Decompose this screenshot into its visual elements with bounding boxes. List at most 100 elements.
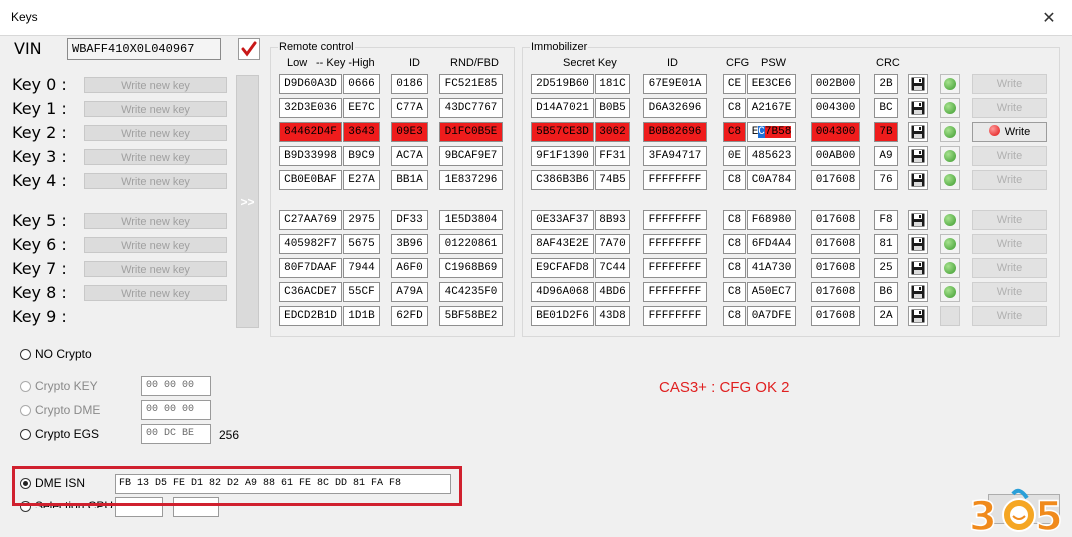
- immo-secret-key-cell[interactable]: D14A7021: [531, 98, 594, 118]
- rc-high-cell[interactable]: EE7C: [343, 98, 380, 118]
- immo-crc-cell[interactable]: 7B: [874, 122, 898, 142]
- write-button[interactable]: Write: [972, 210, 1047, 230]
- rc-id-cell[interactable]: DF33: [391, 210, 428, 230]
- immo-cfg-cell[interactable]: CE: [723, 74, 746, 94]
- rc-low-cell[interactable]: EDCD2B1D: [279, 306, 342, 326]
- close-button[interactable]: ✕: [1026, 0, 1072, 35]
- status-ok-button[interactable]: [940, 146, 960, 166]
- immo-id-cell[interactable]: FFFFFFFF: [643, 258, 707, 278]
- crypto-egs-field[interactable]: 00 DC BE: [141, 424, 211, 444]
- immo-id-cell[interactable]: FFFFFFFF: [643, 282, 707, 302]
- immo-id-cell[interactable]: 3FA94717: [643, 146, 707, 166]
- immo-value-cell[interactable]: 017608: [811, 234, 860, 254]
- rc-low-cell[interactable]: D9D60A3D: [279, 74, 342, 94]
- rc-low-cell[interactable]: 405982F7: [279, 234, 342, 254]
- rc-low-cell[interactable]: CB0E0BAF: [279, 170, 342, 190]
- immo-secret-key-short-cell[interactable]: 7C44: [595, 258, 630, 278]
- immo-id-cell[interactable]: D6A32696: [643, 98, 707, 118]
- immo-secret-key-cell[interactable]: 0E33AF37: [531, 210, 594, 230]
- immo-secret-key-short-cell[interactable]: 74B5: [595, 170, 630, 190]
- write-new-key-button[interactable]: Write new key: [84, 237, 227, 253]
- immo-crc-cell[interactable]: 2B: [874, 74, 898, 94]
- immo-crc-cell[interactable]: 2A: [874, 306, 898, 326]
- write-button[interactable]: Write: [972, 98, 1047, 118]
- status-ok-button[interactable]: [940, 234, 960, 254]
- save-key-button[interactable]: [908, 306, 928, 326]
- rc-high-cell[interactable]: 7944: [343, 258, 380, 278]
- immo-secret-key-short-cell[interactable]: 4BD6: [595, 282, 630, 302]
- immo-psw-cell[interactable]: EE3CE6: [747, 74, 796, 94]
- save-key-button[interactable]: [908, 282, 928, 302]
- immo-cfg-cell[interactable]: C8: [723, 282, 746, 302]
- rc-low-cell[interactable]: 80F7DAAF: [279, 258, 342, 278]
- rc-low-cell[interactable]: B9D33998: [279, 146, 342, 166]
- immo-id-cell[interactable]: FFFFFFFF: [643, 234, 707, 254]
- write-button[interactable]: Write: [972, 122, 1047, 142]
- immo-value-cell[interactable]: 017608: [811, 258, 860, 278]
- rc-rnd-cell[interactable]: 1E5D3804: [439, 210, 503, 230]
- immo-psw-cell[interactable]: A50EC7: [747, 282, 796, 302]
- status-ok-button[interactable]: [940, 170, 960, 190]
- write-new-key-button[interactable]: Write new key: [84, 125, 227, 141]
- save-key-button[interactable]: [908, 258, 928, 278]
- immo-secret-key-short-cell[interactable]: 8B93: [595, 210, 630, 230]
- immo-crc-cell[interactable]: A9: [874, 146, 898, 166]
- write-new-key-button[interactable]: Write new key: [84, 285, 227, 301]
- write-button[interactable]: Write: [972, 306, 1047, 326]
- write-new-key-button[interactable]: Write new key: [84, 77, 227, 93]
- save-key-button[interactable]: [908, 74, 928, 94]
- immo-psw-cell[interactable]: 41A730: [747, 258, 796, 278]
- rc-low-cell[interactable]: 32D3E036: [279, 98, 342, 118]
- immo-secret-key-short-cell[interactable]: 3062: [595, 122, 630, 142]
- immo-secret-key-cell[interactable]: 5B57CE3D: [531, 122, 594, 142]
- rc-low-cell[interactable]: 84462D4F: [279, 122, 342, 142]
- immo-cfg-cell[interactable]: C8: [723, 98, 746, 118]
- crypto-key-field[interactable]: 00 00 00: [141, 376, 211, 396]
- write-new-key-button[interactable]: Write new key: [84, 261, 227, 277]
- immo-cfg-cell[interactable]: C8: [723, 234, 746, 254]
- immo-cfg-cell[interactable]: 0E: [723, 146, 746, 166]
- immo-crc-cell[interactable]: BC: [874, 98, 898, 118]
- status-ok-button[interactable]: [940, 122, 960, 142]
- rc-rnd-cell[interactable]: 9BCAF9E7: [439, 146, 503, 166]
- immo-crc-cell[interactable]: 76: [874, 170, 898, 190]
- rc-id-cell[interactable]: 0186: [391, 74, 428, 94]
- immo-cfg-cell[interactable]: C8: [723, 258, 746, 278]
- immo-secret-key-cell[interactable]: E9CFAFD8: [531, 258, 594, 278]
- no-crypto-radio[interactable]: [20, 349, 31, 360]
- rc-rnd-cell[interactable]: 5BF58BE2: [439, 306, 503, 326]
- immo-crc-cell[interactable]: B6: [874, 282, 898, 302]
- rc-high-cell[interactable]: 5675: [343, 234, 380, 254]
- crypto-key-radio[interactable]: [20, 381, 31, 392]
- rc-id-cell[interactable]: BB1A: [391, 170, 428, 190]
- rc-high-cell[interactable]: 3643: [343, 122, 380, 142]
- rc-low-cell[interactable]: C27AA769: [279, 210, 342, 230]
- write-button[interactable]: Write: [972, 282, 1047, 302]
- immo-crc-cell[interactable]: 81: [874, 234, 898, 254]
- write-new-key-button[interactable]: Write new key: [84, 101, 227, 117]
- rc-id-cell[interactable]: 62FD: [391, 306, 428, 326]
- write-button[interactable]: Write: [972, 234, 1047, 254]
- immo-psw-cell[interactable]: A2167E: [747, 98, 796, 118]
- immo-crc-cell[interactable]: 25: [874, 258, 898, 278]
- rc-id-cell[interactable]: A6F0: [391, 258, 428, 278]
- rc-high-cell[interactable]: B9C9: [343, 146, 380, 166]
- immo-id-cell[interactable]: B0B82696: [643, 122, 707, 142]
- immo-cfg-cell[interactable]: C8: [723, 306, 746, 326]
- rc-high-cell[interactable]: E27A: [343, 170, 380, 190]
- immo-value-cell[interactable]: 00AB00: [811, 146, 860, 166]
- immo-psw-cell[interactable]: 0A7DFE: [747, 306, 796, 326]
- save-key-button[interactable]: [908, 146, 928, 166]
- crypto-dme-field[interactable]: 00 00 00: [141, 400, 211, 420]
- rc-id-cell[interactable]: AC7A: [391, 146, 428, 166]
- immo-secret-key-short-cell[interactable]: 43D8: [595, 306, 630, 326]
- rc-id-cell[interactable]: A79A: [391, 282, 428, 302]
- immo-id-cell[interactable]: FFFFFFFF: [643, 306, 707, 326]
- immo-secret-key-short-cell[interactable]: 181C: [595, 74, 630, 94]
- rc-high-cell[interactable]: 55CF: [343, 282, 380, 302]
- save-key-button[interactable]: [908, 170, 928, 190]
- write-button[interactable]: Write: [972, 74, 1047, 94]
- rc-high-cell[interactable]: 1D1B: [343, 306, 380, 326]
- immo-value-cell[interactable]: 017608: [811, 282, 860, 302]
- rc-rnd-cell[interactable]: 01220861: [439, 234, 503, 254]
